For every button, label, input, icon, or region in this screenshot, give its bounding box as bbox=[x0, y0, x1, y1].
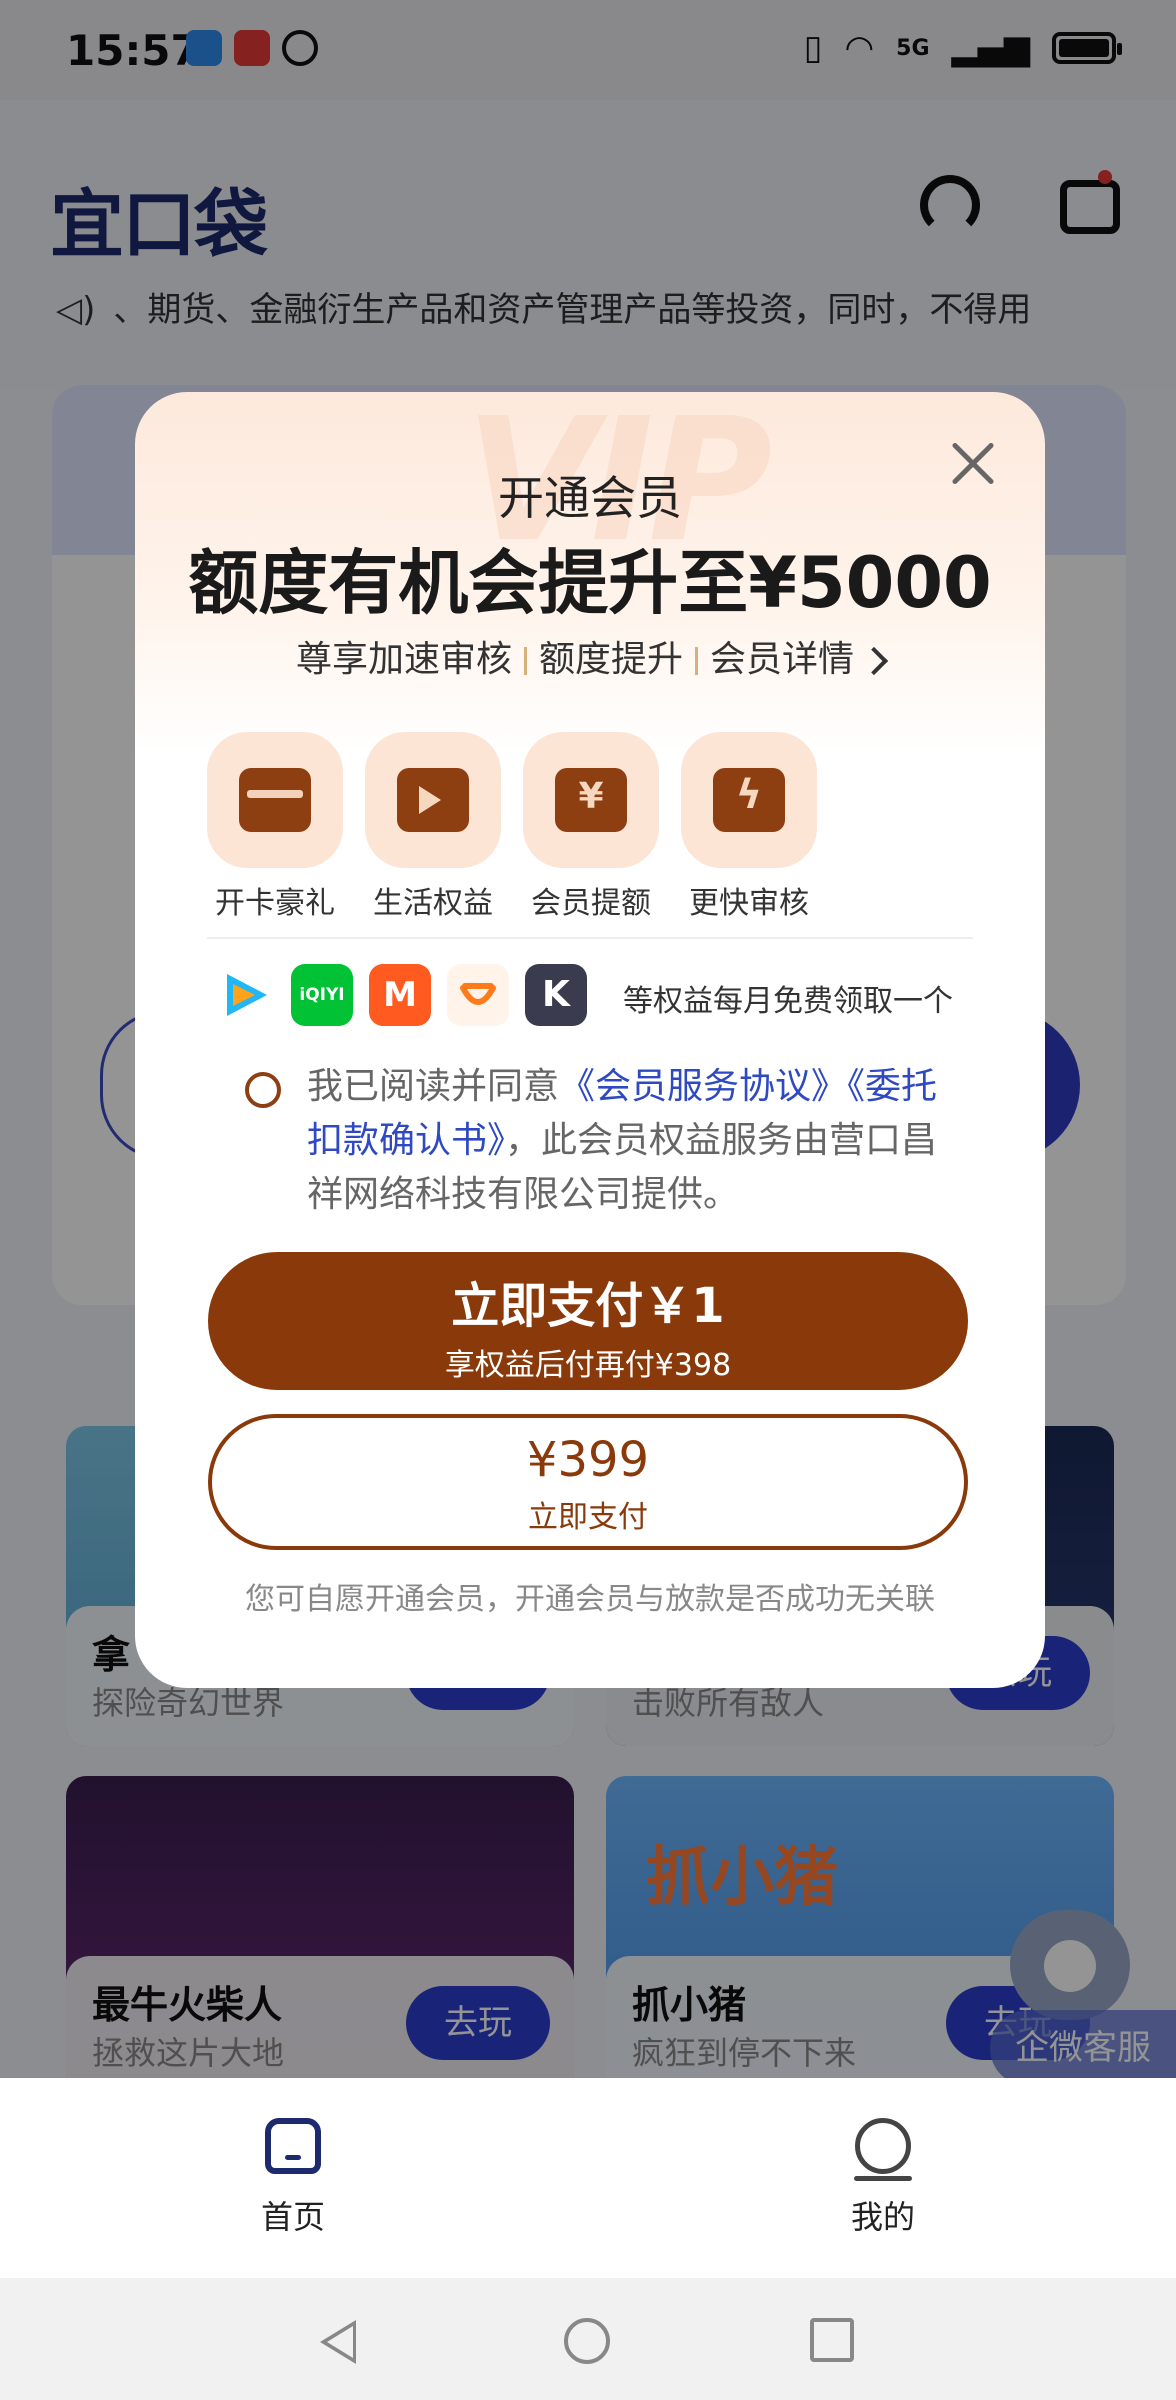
perk-separator bbox=[695, 647, 698, 675]
partner-apps-row: iQIYI M K bbox=[213, 964, 587, 1026]
disclaimer: 您可自愿开通会员，开通会员与放款是否成功无关联 bbox=[245, 1582, 935, 1617]
service-agreement-link[interactable]: 《会员服务协议》 bbox=[559, 1066, 847, 1107]
benefit-label: 会员提额 bbox=[531, 886, 651, 921]
pay-sub-label: 享权益后付再付¥398 bbox=[444, 1348, 732, 1383]
pay-now-button[interactable]: 立即支付￥1 享权益后付再付¥398 bbox=[208, 1252, 968, 1390]
perk-separator bbox=[523, 647, 527, 675]
member-details-link[interactable]: 会员详情 bbox=[710, 639, 854, 680]
benefit-label: 更快审核 bbox=[689, 886, 809, 921]
video-icon bbox=[397, 768, 469, 832]
divider bbox=[207, 937, 973, 939]
tencent-video-icon bbox=[213, 964, 275, 1026]
iqiyi-icon: iQIYI bbox=[291, 964, 353, 1026]
card-icon bbox=[239, 768, 311, 832]
nav-home-label: 首页 bbox=[260, 2198, 325, 2236]
nav-mine[interactable]: 我的 bbox=[783, 2118, 983, 2238]
pay-full-button[interactable]: ¥399 立即支付 bbox=[208, 1414, 968, 1550]
nav-home[interactable]: 首页 bbox=[193, 2118, 393, 2238]
recent-apps-icon[interactable] bbox=[810, 2318, 854, 2362]
agree-checkbox[interactable] bbox=[245, 1072, 281, 1108]
system-nav-bar bbox=[0, 2278, 1176, 2400]
chevron-right-icon bbox=[859, 646, 889, 676]
agree-prefix: 我已阅读并同意 bbox=[307, 1066, 560, 1107]
benefit-item[interactable]: ¥ 会员提额 bbox=[523, 732, 659, 922]
yen-ticket-icon: ¥ bbox=[555, 768, 627, 832]
perk-line[interactable]: 尊享加速审核 额度提升 会员详情 bbox=[135, 630, 1045, 682]
benefit-item[interactable]: 开卡豪礼 bbox=[207, 732, 343, 922]
benefit-item[interactable]: ϟ 更快审核 bbox=[681, 732, 817, 922]
pay-full-price: ¥399 bbox=[526, 1432, 650, 1488]
didi-icon bbox=[447, 964, 509, 1026]
bottom-nav: 首页 我的 bbox=[0, 2078, 1176, 2278]
apps-description: 等权益每月免费领取一个 bbox=[623, 984, 953, 1019]
perk-item: 尊享加速审核 bbox=[295, 639, 512, 680]
pay-full-label: 立即支付 bbox=[528, 1500, 648, 1535]
home-icon bbox=[265, 2118, 321, 2174]
mango-tv-icon: M bbox=[369, 964, 431, 1026]
membership-modal: VIP 开通会员 额度有机会提升至¥5000 尊享加速审核 额度提升 会员详情 开卡… bbox=[135, 392, 1045, 1688]
home-circle-icon[interactable] bbox=[564, 2318, 610, 2364]
back-icon[interactable] bbox=[320, 2320, 356, 2364]
agreement-block: 我已阅读并同意《会员服务协议》《委托扣款确认书》，此会员权益服务由营口昌祥网络科… bbox=[245, 1060, 965, 1222]
benefit-label: 开卡豪礼 bbox=[215, 886, 335, 921]
benefit-item[interactable]: 生活权益 bbox=[365, 732, 501, 922]
modal-headline: 额度有机会提升至¥5000 bbox=[188, 542, 992, 624]
fast-review-icon: ϟ bbox=[713, 768, 785, 832]
benefits-row: 开卡豪礼 生活权益 ¥ 会员提额 ϟ 更快审核 bbox=[207, 732, 817, 922]
k-app-icon: K bbox=[525, 964, 587, 1026]
pay-main-label: 立即支付￥1 bbox=[451, 1278, 725, 1334]
profile-icon bbox=[854, 2118, 912, 2181]
benefit-label: 生活权益 bbox=[373, 886, 493, 921]
modal-title: 开通会员 bbox=[498, 471, 682, 525]
perk-item: 额度提升 bbox=[538, 639, 683, 680]
nav-mine-label: 我的 bbox=[850, 2198, 915, 2236]
